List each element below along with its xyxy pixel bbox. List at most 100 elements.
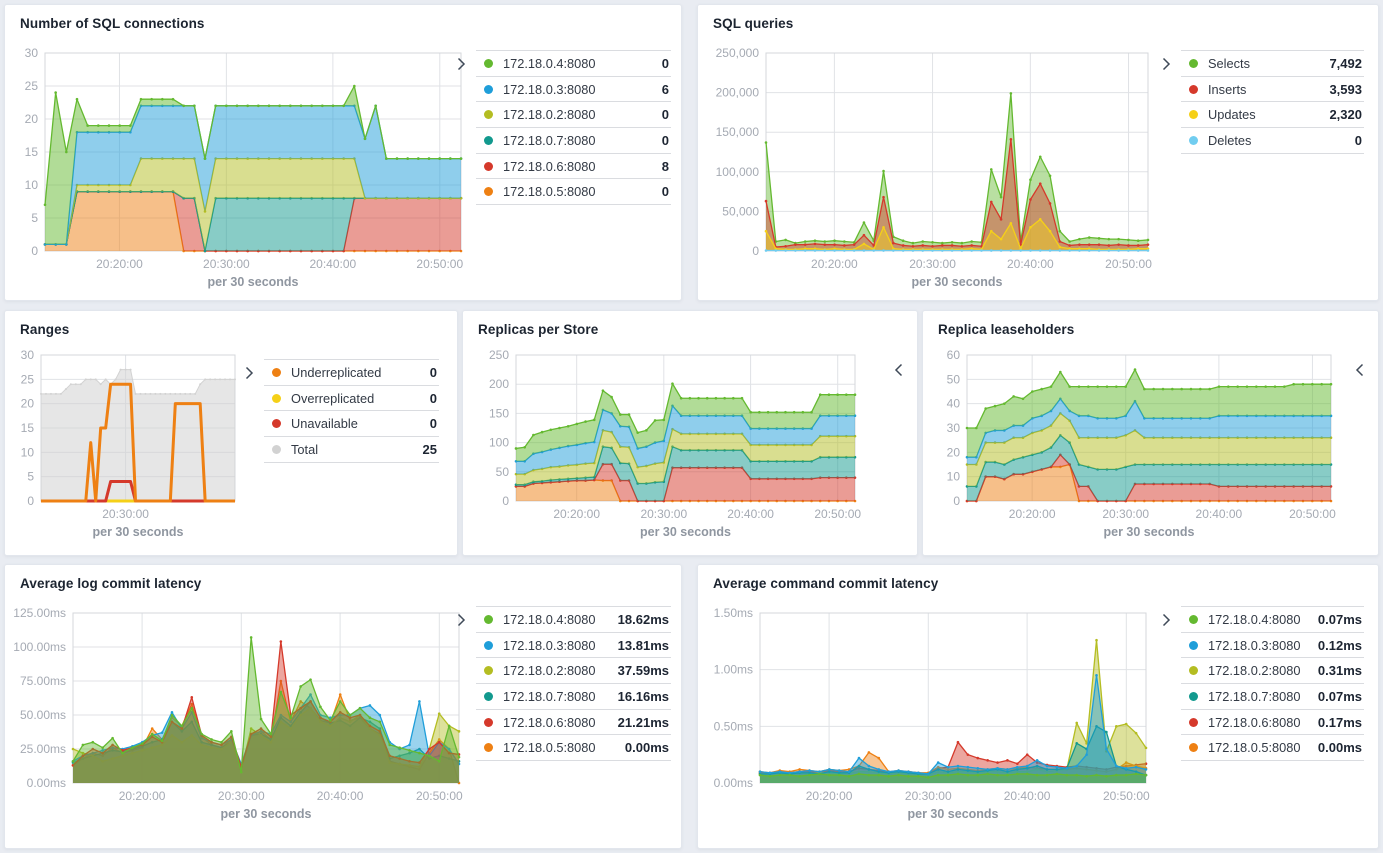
legend-value: 3,593 xyxy=(1329,82,1364,97)
legend-row[interactable]: 172.18.0.2:80800.31ms xyxy=(1181,657,1364,683)
legend: Selects7,492 Inserts 3,593 Updates2,320Dele… xyxy=(1181,50,1364,154)
legend-row[interactable]: 172.18.0.7:80800.07ms xyxy=(1181,683,1364,709)
panel-title: Replica leaseholders xyxy=(938,322,1074,337)
svg-text:0.00ms: 0.00ms xyxy=(27,776,66,790)
legend-collapse-icon[interactable] xyxy=(1355,363,1364,382)
svg-text:125.00ms: 125.00ms xyxy=(13,606,66,620)
legend-expand-icon[interactable] xyxy=(457,613,470,632)
svg-text:20:40:00: 20:40:00 xyxy=(310,257,357,271)
teal-series-dot-icon xyxy=(484,136,493,145)
legend: 172.18.0.4:808018.62ms172.18.0.3:808013.… xyxy=(476,606,671,761)
legend-expand-icon[interactable] xyxy=(1162,57,1175,76)
legend-value: 7,492 xyxy=(1329,56,1364,71)
legend-row[interactable]: 172.18.0.5:80800 xyxy=(476,178,671,204)
legend-row[interactable]: 172.18.0.2:80800 xyxy=(476,101,671,127)
svg-text:0.50ms: 0.50ms xyxy=(714,719,753,733)
svg-text:20:20:00: 20:20:00 xyxy=(806,789,853,803)
legend-row[interactable]: Updates2,320 xyxy=(1181,101,1364,127)
svg-text:0: 0 xyxy=(953,494,960,508)
ranges-chart[interactable]: 05101520253020:30:00per 30 seconds xyxy=(9,341,249,553)
legend-label: 172.18.0.2:8080 xyxy=(503,663,596,678)
replicas-per-store-chart[interactable]: 05010015020025020:20:0020:30:0020:40:002… xyxy=(467,341,897,553)
svg-text:per 30 seconds: per 30 seconds xyxy=(92,525,183,539)
legend-value: 0 xyxy=(662,133,671,148)
legend-value: 16.16ms xyxy=(618,689,671,704)
blue-series-dot-icon xyxy=(1189,641,1198,650)
svg-text:30: 30 xyxy=(21,348,35,362)
svg-text:20:50:00: 20:50:00 xyxy=(1105,257,1152,271)
panel-log-commit-latency: Average log commit latency 0.00ms25.00ms… xyxy=(4,564,682,849)
legend-value: 0.07ms xyxy=(1318,612,1364,627)
svg-text:20:30:00: 20:30:00 xyxy=(203,257,250,271)
legend-row[interactable]: 172.18.0.3:808013.81ms xyxy=(476,632,671,658)
legend-row[interactable]: 172.18.0.6:80800.17ms xyxy=(1181,709,1364,735)
legend-expand-icon[interactable] xyxy=(245,366,258,385)
svg-text:per 30 seconds: per 30 seconds xyxy=(640,525,731,539)
legend-value: 18.62ms xyxy=(618,612,671,627)
legend-value: 37.59ms xyxy=(618,663,671,678)
svg-text:20:50:00: 20:50:00 xyxy=(1103,789,1150,803)
svg-text:100,000: 100,000 xyxy=(716,165,760,179)
legend-row[interactable]: Selects7,492 xyxy=(1181,50,1364,76)
legend-expand-icon[interactable] xyxy=(1162,613,1175,632)
legend-row[interactable]: 172.18.0.3:80800.12ms xyxy=(1181,632,1364,658)
svg-text:250: 250 xyxy=(489,348,509,362)
green-series-dot-icon xyxy=(1189,615,1198,624)
legend-row[interactable]: 172.18.0.5:80800.00ms xyxy=(1181,734,1364,760)
teal-series-dot-icon xyxy=(484,692,493,701)
dashboard-page: Number of SQL connections 05101520253020… xyxy=(0,0,1383,853)
panel-ranges: Ranges 05101520253020:30:00per 30 second… xyxy=(4,310,458,556)
legend-row[interactable]: 172.18.0.4:808018.62ms xyxy=(476,606,671,632)
svg-text:20:50:00: 20:50:00 xyxy=(416,789,463,803)
legend-row[interactable]: Unavailable0 xyxy=(264,410,439,436)
legend-value: 0.00ms xyxy=(625,740,671,755)
legend-collapse-icon[interactable] xyxy=(894,363,903,382)
orange-series-dot-icon xyxy=(1189,743,1198,752)
legend-row[interactable]: Overreplicated 0 xyxy=(264,385,439,411)
legend-value: 0 xyxy=(430,416,439,431)
svg-text:per 30 seconds: per 30 seconds xyxy=(207,275,298,289)
svg-text:20:40:00: 20:40:00 xyxy=(1004,789,1051,803)
legend-value: 0 xyxy=(430,365,439,380)
red-series-dot-icon xyxy=(1189,718,1198,727)
legend-value: 0.12ms xyxy=(1318,638,1364,653)
legend-label: Inserts xyxy=(1208,82,1246,97)
svg-text:20:20:00: 20:20:00 xyxy=(811,257,858,271)
legend-row[interactable]: 172.18.0.3:80806 xyxy=(476,76,671,102)
legend-row[interactable]: Inserts 3,593 xyxy=(1181,76,1364,102)
legend-row[interactable]: Underreplicated0 xyxy=(264,359,439,385)
legend-expand-icon[interactable] xyxy=(457,57,470,76)
legend-row[interactable]: 172.18.0.4:80800.07ms xyxy=(1181,606,1364,632)
legend-row[interactable]: 172.18.0.4:80800 xyxy=(476,50,671,76)
blue-series-dot-icon xyxy=(484,641,493,650)
legend-label: Overreplicated xyxy=(291,391,374,406)
svg-text:5: 5 xyxy=(31,211,38,225)
legend-row[interactable]: Deletes0 xyxy=(1181,127,1364,153)
svg-text:150,000: 150,000 xyxy=(716,125,760,139)
legend-value: 0 xyxy=(430,391,439,406)
panel-replicas-per-store: Replicas per Store 05010015020025020:20:… xyxy=(462,310,918,556)
svg-text:0: 0 xyxy=(31,244,38,258)
svg-text:20:20:00: 20:20:00 xyxy=(553,507,600,521)
svg-text:per 30 seconds: per 30 seconds xyxy=(911,275,1002,289)
lightblue-series-dot-icon xyxy=(1189,136,1198,145)
svg-text:10: 10 xyxy=(25,178,39,192)
legend-row[interactable]: 172.18.0.2:8080 37.59ms xyxy=(476,657,671,683)
svg-text:20:40:00: 20:40:00 xyxy=(317,789,364,803)
green-series-dot-icon xyxy=(484,59,493,68)
svg-text:100: 100 xyxy=(489,436,509,450)
legend-label: 172.18.0.5:8080 xyxy=(1208,740,1301,755)
panel-sql-queries: SQL queries 050,000100,000150,000200,000… xyxy=(697,4,1379,301)
svg-text:20: 20 xyxy=(25,112,39,126)
orange-series-dot-icon xyxy=(484,187,493,196)
legend-row[interactable]: 172.18.0.6:80808 xyxy=(476,153,671,179)
svg-text:20:30:00: 20:30:00 xyxy=(1102,507,1149,521)
legend-row[interactable]: 172.18.0.7:80800 xyxy=(476,127,671,153)
legend-row[interactable]: Total25 xyxy=(264,436,439,462)
replica-leaseholders-chart[interactable]: 010203040506020:20:0020:30:0020:40:0020:… xyxy=(927,341,1361,553)
legend-row[interactable]: 172.18.0.7:808016.16ms xyxy=(476,683,671,709)
legend-label: 172.18.0.6:8080 xyxy=(503,159,596,174)
legend-row[interactable]: 172.18.0.6:808021.21ms xyxy=(476,709,671,735)
orange-series-dot-icon xyxy=(272,368,281,377)
legend-row[interactable]: 172.18.0.5:80800.00ms xyxy=(476,734,671,760)
